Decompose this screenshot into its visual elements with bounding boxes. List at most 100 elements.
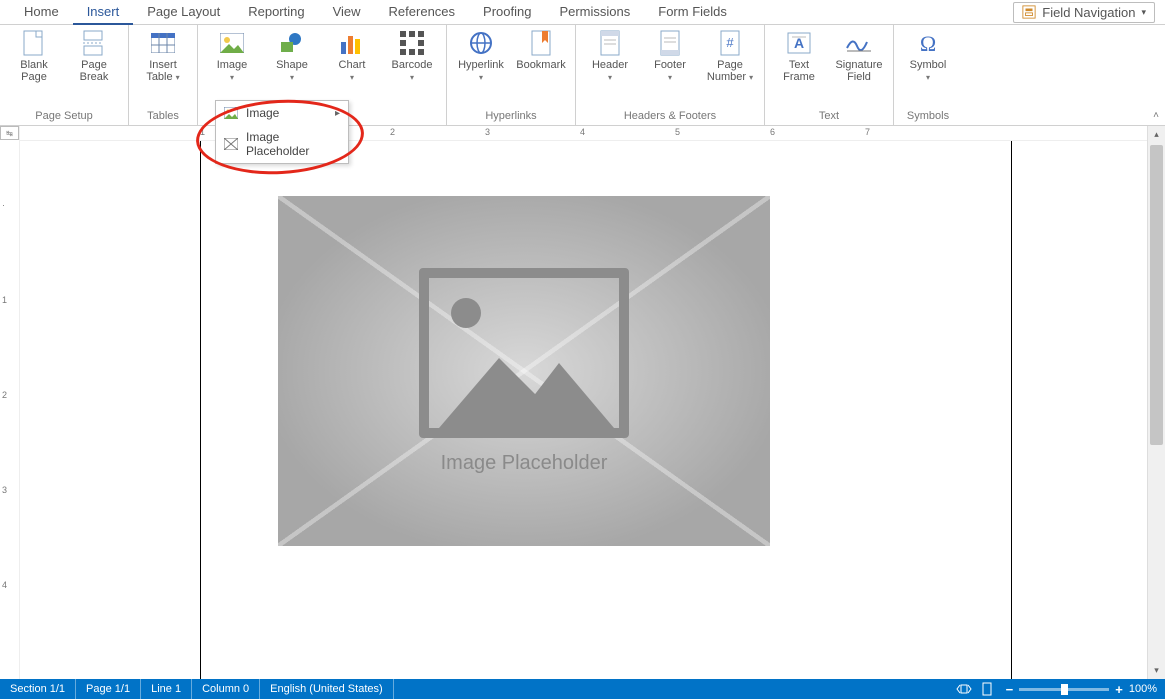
tab-permissions[interactable]: Permissions	[545, 1, 644, 23]
barcode-button[interactable]: Barcode▾	[386, 29, 438, 108]
table-icon	[149, 29, 177, 57]
placeholder-mountain-icon	[429, 338, 619, 428]
zoom-slider[interactable]	[1019, 688, 1109, 691]
collapse-ribbon-button[interactable]: ˄	[1153, 110, 1159, 121]
dropdown-item-image-placeholder[interactable]: Image Placeholder	[216, 125, 348, 163]
field-navigation-label: Field Navigation	[1042, 5, 1135, 20]
image-placeholder-object[interactable]: Image Placeholder	[278, 196, 770, 546]
vruler-tick: 4	[2, 580, 7, 590]
placeholder-sun-icon	[451, 298, 481, 328]
status-page[interactable]: Page 1/1	[76, 679, 141, 699]
image-small-icon	[224, 106, 238, 120]
insert-table-label: Insert Table ▾	[137, 59, 189, 83]
tab-insert[interactable]: Insert	[73, 1, 134, 25]
placeholder-label: Image Placeholder	[441, 452, 608, 475]
bookmark-label: Bookmark	[516, 59, 566, 71]
tab-proofing[interactable]: Proofing	[469, 1, 545, 23]
signature-icon	[845, 29, 873, 57]
field-navigation-icon	[1022, 5, 1036, 19]
field-navigation-button[interactable]: Field Navigation ▾	[1013, 2, 1155, 23]
page-break-icon	[80, 29, 108, 57]
ribbon: Blank Page Page Break Page Setup Insert …	[0, 25, 1165, 126]
hyperlink-button[interactable]: Hyperlink▾	[455, 29, 507, 108]
vruler-tick: 3	[2, 485, 7, 495]
tab-home[interactable]: Home	[10, 1, 73, 23]
dropdown-item-image[interactable]: Image ▸	[216, 101, 348, 125]
zoom-slider-knob[interactable]	[1061, 684, 1068, 695]
symbol-button[interactable]: Ω Symbol▾	[902, 29, 954, 108]
page-break-button[interactable]: Page Break	[68, 29, 120, 108]
vertical-ruler[interactable]: ↹ · 1 2 3 4	[0, 126, 20, 679]
tab-page-layout[interactable]: Page Layout	[133, 1, 234, 23]
placeholder-frame-icon	[419, 268, 629, 438]
group-hyperlinks: Hyperlink▾ Bookmark Hyperlinks	[447, 25, 576, 125]
group-headers-footers: Header▾ Footer▾ # Page Number ▾ Headers …	[576, 25, 765, 125]
header-button[interactable]: Header▾	[584, 29, 636, 108]
tab-form-fields[interactable]: Form Fields	[644, 1, 741, 23]
hyperlink-label: Hyperlink▾	[458, 59, 504, 83]
ruler-corner[interactable]: ↹	[0, 126, 19, 140]
group-text-label: Text	[819, 108, 839, 125]
scroll-up-button[interactable]: ▴	[1148, 126, 1165, 143]
text-frame-icon: A	[785, 29, 813, 57]
group-page-setup: Blank Page Page Break Page Setup	[0, 25, 129, 125]
scroll-thumb[interactable]	[1150, 145, 1163, 445]
fit-page-button[interactable]	[976, 679, 998, 699]
chart-label: Chart▾	[339, 59, 366, 83]
image-button[interactable]: Image▾	[206, 29, 258, 108]
status-line[interactable]: Line 1	[141, 679, 192, 699]
tab-view[interactable]: View	[319, 1, 375, 23]
insert-table-button[interactable]: Insert Table ▾	[137, 29, 189, 108]
chart-icon	[338, 29, 366, 57]
footer-label: Footer▾	[654, 59, 686, 83]
image-dropdown-menu: Image ▸ Image Placeholder	[215, 100, 349, 164]
header-label: Header▾	[592, 59, 628, 83]
shape-label: Shape▾	[276, 59, 308, 83]
shape-icon	[278, 29, 306, 57]
barcode-icon	[398, 29, 426, 57]
tab-reporting[interactable]: Reporting	[234, 1, 318, 23]
blank-page-label: Blank Page	[8, 59, 60, 83]
blank-page-icon	[20, 29, 48, 57]
symbol-icon: Ω	[914, 29, 942, 57]
status-column[interactable]: Column 0	[192, 679, 260, 699]
group-tables-label: Tables	[147, 108, 179, 125]
chart-button[interactable]: Chart▾	[326, 29, 378, 108]
vruler-tick: 2	[2, 390, 7, 400]
vertical-scrollbar[interactable]: ▴ ▾	[1147, 126, 1165, 679]
signature-field-button[interactable]: Signature Field	[833, 29, 885, 108]
dropdown-item-image-label: Image	[246, 106, 279, 120]
svg-text:#: #	[726, 35, 734, 50]
hruler-tick: 6	[770, 127, 775, 137]
zoom-value[interactable]: 100%	[1129, 683, 1157, 695]
text-frame-button[interactable]: A Text Frame	[773, 29, 825, 108]
page-number-button[interactable]: # Page Number ▾	[704, 29, 756, 108]
footer-button[interactable]: Footer▾	[644, 29, 696, 108]
bookmark-button[interactable]: Bookmark	[515, 29, 567, 108]
submenu-arrow-icon: ▸	[335, 108, 340, 119]
text-frame-label: Text Frame	[773, 59, 825, 83]
group-text: A Text Frame Signature Field Text	[765, 25, 894, 125]
document-canvas[interactable]: Image Placeholder	[20, 141, 1147, 679]
group-symbols: Ω Symbol▾ Symbols	[894, 25, 962, 125]
bookmark-icon	[527, 29, 555, 57]
shape-button[interactable]: Shape▾	[266, 29, 318, 108]
zoom-in-button[interactable]: +	[1115, 682, 1123, 697]
group-headers-footers-label: Headers & Footers	[624, 108, 716, 125]
zoom-out-button[interactable]: −	[1006, 682, 1014, 697]
hruler-tick: 3	[485, 127, 490, 137]
blank-page-button[interactable]: Blank Page	[8, 29, 60, 108]
horizontal-ruler[interactable]: 1 1 2 3 4 5 6 7	[20, 126, 1147, 141]
status-language[interactable]: English (United States)	[260, 679, 394, 699]
svg-text:Ω: Ω	[920, 31, 936, 55]
group-tables: Insert Table ▾ Tables	[129, 25, 198, 125]
fit-width-icon	[956, 683, 972, 695]
fit-width-button[interactable]	[952, 679, 976, 699]
footer-icon	[656, 29, 684, 57]
chevron-down-icon: ▾	[1141, 7, 1146, 18]
status-section[interactable]: Section 1/1	[0, 679, 76, 699]
vruler-tick: 1	[2, 295, 7, 305]
hruler-tick: 5	[675, 127, 680, 137]
tab-references[interactable]: References	[375, 1, 469, 23]
scroll-down-button[interactable]: ▾	[1148, 662, 1165, 679]
